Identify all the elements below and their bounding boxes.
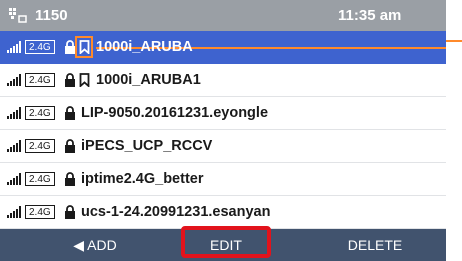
- band-badge: 2.4G: [25, 205, 55, 219]
- callout-line-extension: [446, 40, 462, 42]
- edit-highlight-box: [181, 226, 271, 258]
- band-badge: 2.4G: [25, 139, 55, 153]
- add-button[interactable]: ◀ ADD: [40, 229, 150, 261]
- network-ssid: 1000i_ARUBA: [96, 39, 193, 55]
- lock-icon: [65, 106, 75, 120]
- network-row[interactable]: 2.4G 1000i_ARUBA: [0, 31, 446, 64]
- bookmark-icon: [79, 73, 90, 87]
- wifi-signal-icon: [7, 206, 22, 218]
- wifi-signal-icon: [7, 107, 22, 119]
- lock-icon: [65, 139, 75, 153]
- network-ssid: ucs-1-24.20991231.esanyan: [81, 204, 271, 220]
- band-badge: 2.4G: [25, 40, 55, 54]
- wifi-signal-icon: [7, 173, 22, 185]
- network-row[interactable]: 2.4G iptime2.4G_better: [0, 163, 446, 196]
- network-row[interactable]: 2.4G iPECS_UCP_RCCV: [0, 130, 446, 163]
- network-row[interactable]: 2.4G 1000i_ARUBA1: [0, 64, 446, 97]
- band-badge: 2.4G: [25, 106, 55, 120]
- network-ssid: iPECS_UCP_RCCV: [81, 138, 213, 154]
- network-ssid: LIP-9050.20161231.eyongle: [81, 105, 269, 121]
- lock-icon: [65, 73, 75, 87]
- extension-phone-icon: [9, 8, 27, 23]
- delete-button[interactable]: DELETE: [320, 229, 430, 261]
- band-badge: 2.4G: [25, 172, 55, 186]
- wifi-signal-icon: [7, 41, 22, 53]
- clock: 11:35 am: [338, 7, 402, 24]
- bookmark-callout-box: [75, 36, 93, 58]
- band-badge: 2.4G: [25, 73, 55, 87]
- network-ssid: iptime2.4G_better: [81, 171, 204, 187]
- wifi-network-list: 2.4G 1000i_ARUBA 2.4G 1000i_ARUBA1 2.4G …: [0, 31, 446, 229]
- phone-screen: 1150 11:35 am 2.4G 1000i_ARUBA 2.4G 1000…: [0, 0, 446, 261]
- wifi-signal-icon: [7, 140, 22, 152]
- network-row[interactable]: 2.4G LIP-9050.20161231.eyongle: [0, 97, 446, 130]
- lock-icon: [65, 172, 75, 186]
- network-ssid: 1000i_ARUBA1: [96, 72, 201, 88]
- network-row[interactable]: 2.4G ucs-1-24.20991231.esanyan: [0, 196, 446, 229]
- lock-icon: [65, 205, 75, 219]
- extension-number: 1150: [35, 7, 68, 24]
- status-bar: 1150 11:35 am: [0, 0, 446, 31]
- wifi-signal-icon: [7, 74, 22, 86]
